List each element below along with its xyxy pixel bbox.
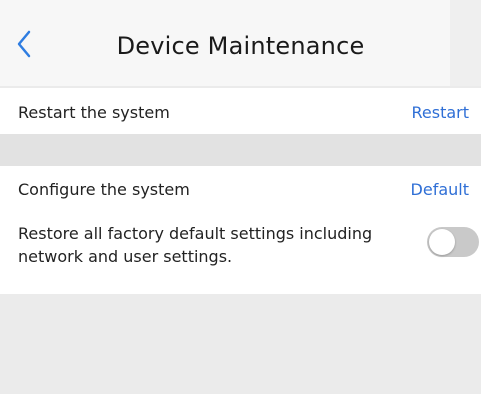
factory-restore-row: Restore all factory default settings inc… <box>0 210 481 294</box>
restart-button[interactable]: Restart <box>411 103 469 122</box>
toggle-knob <box>429 229 455 255</box>
restart-row: Restart the system Restart <box>0 88 481 134</box>
factory-restore-toggle[interactable] <box>427 227 479 257</box>
default-button[interactable]: Default <box>411 180 469 199</box>
configure-section: Configure the system Default Restore all… <box>0 166 481 294</box>
factory-restore-description: Restore all factory default settings inc… <box>18 224 373 266</box>
page-title: Device Maintenance <box>116 32 365 60</box>
configure-label: Configure the system <box>18 180 190 199</box>
nav-right-panel <box>450 0 481 86</box>
navigation-bar: Device Maintenance <box>0 0 481 86</box>
section-divider <box>0 134 481 166</box>
restart-label: Restart the system <box>18 103 170 122</box>
